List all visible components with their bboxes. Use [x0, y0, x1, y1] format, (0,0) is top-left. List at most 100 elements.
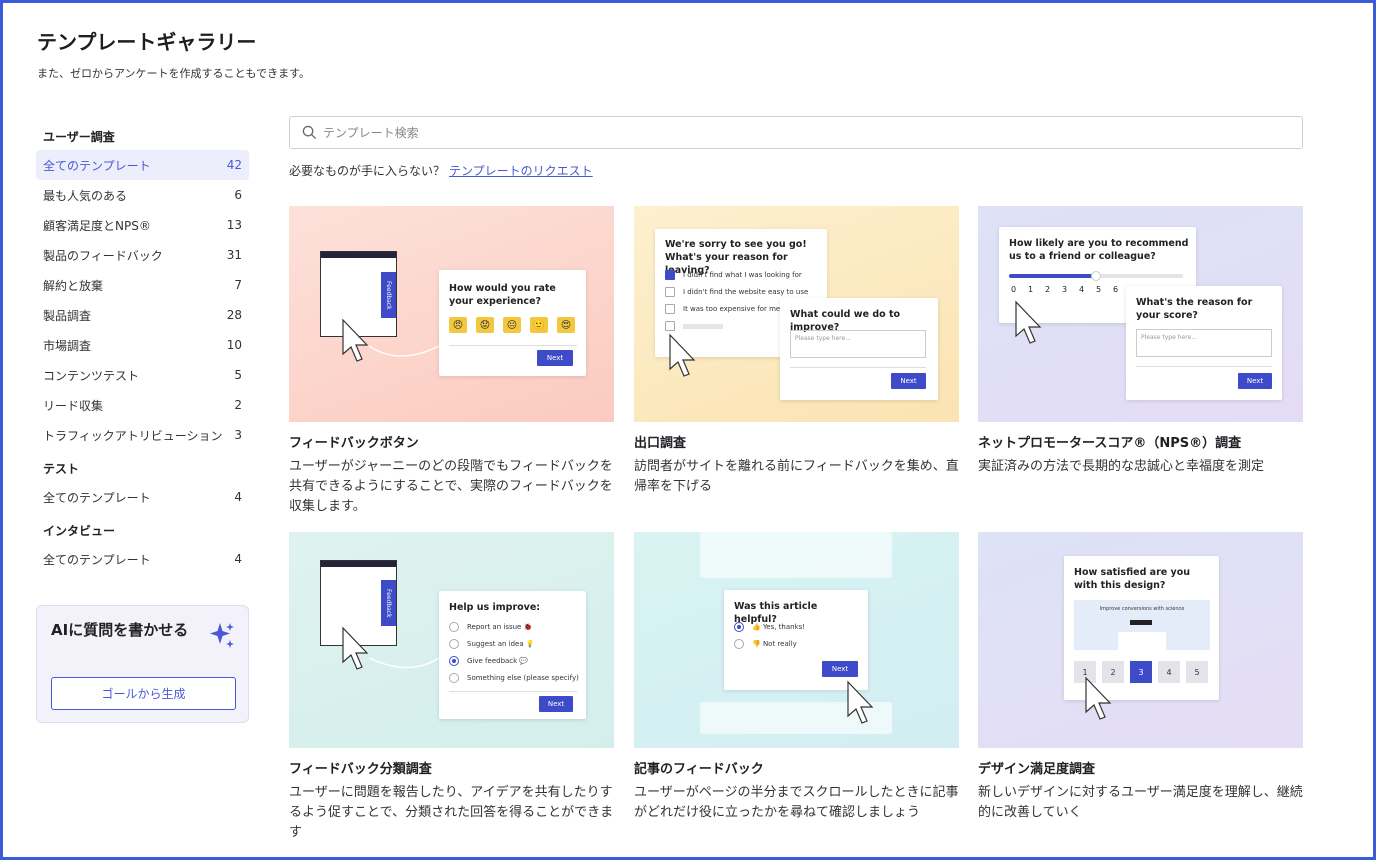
- card-thumbnail: Feedback Help us improve: Report an issu…: [289, 532, 614, 748]
- cursor-icon: [1085, 676, 1112, 720]
- sidebar-item-all-templates[interactable]: 全てのテンプレート 42: [36, 150, 249, 180]
- template-card-article-feedback[interactable]: Was this article helpful? 👍 Yes, thanks!…: [634, 532, 959, 823]
- sidebar-item-label: 全てのテンプレート: [43, 552, 151, 567]
- mock-textarea: Please type here...: [1136, 329, 1272, 357]
- emoji-sad-icon: 😟: [476, 317, 494, 333]
- cursor-icon: [342, 626, 369, 670]
- template-card-feedback-button[interactable]: Feedback How would you rate your experie…: [289, 206, 614, 517]
- cursor-icon: [1015, 300, 1042, 344]
- sidebar-item-lead-collection[interactable]: リード収集 2: [36, 390, 249, 420]
- nps-scale-num: 6: [1113, 285, 1119, 294]
- sidebar-item-count: 7: [234, 278, 242, 292]
- sidebar-item-testing-all[interactable]: 全てのテンプレート 4: [36, 482, 249, 512]
- sidebar-item-count: 2: [234, 398, 242, 412]
- card-description: ユーザーに問題を報告したり、アイデアを共有したりするよう促すことで、分類された回…: [289, 785, 614, 840]
- card-title: ネットプロモータースコア®（NPS®）調査: [978, 436, 1242, 451]
- scale-option-selected: 3: [1130, 661, 1152, 683]
- sidebar-item-traffic-attribution[interactable]: トラフィックアトリビューション 3: [36, 420, 249, 450]
- mock-option: Report an issue 🐞: [449, 622, 532, 632]
- sidebar-item-label: 全てのテンプレート: [43, 490, 151, 505]
- sidebar-item-count: 4: [234, 490, 242, 504]
- classification-survey-mock: Help us improve: Report an issue 🐞 Sugge…: [439, 591, 586, 719]
- cursor-icon: [669, 333, 696, 377]
- mock-option: Give feedback 💬: [449, 656, 528, 666]
- sidebar-item-most-popular[interactable]: 最も人気のある 6: [36, 180, 249, 210]
- sidebar-item-product-research[interactable]: 製品調査 28: [36, 300, 249, 330]
- sidebar-item-market-research[interactable]: 市場調査 10: [36, 330, 249, 360]
- card-thumbnail: We're sorry to see you go! What's your r…: [634, 206, 959, 422]
- sidebar-item-label: 製品のフィードバック: [43, 248, 163, 263]
- sidebar-item-count: 13: [226, 218, 242, 232]
- sidebar-item-label: コンテンツテスト: [43, 368, 140, 383]
- nps-scale-num: 1: [1028, 285, 1034, 294]
- mock-question: What's the reason for your score?: [1136, 297, 1253, 321]
- sidebar-item-label: 解約と放棄: [43, 278, 104, 293]
- emoji-smile-icon: 🙂: [530, 317, 548, 333]
- template-request-link[interactable]: テンプレートのリクエスト: [449, 164, 593, 178]
- mock-question: How likely are you to recommend us to a …: [1009, 238, 1189, 262]
- card-title: デザイン満足度調査: [978, 762, 1096, 777]
- cursor-icon: [847, 680, 874, 724]
- improve-mock: What could we do to improve? Please type…: [780, 298, 938, 400]
- template-card-feedback-classification[interactable]: Feedback Help us improve: Report an issu…: [289, 532, 614, 843]
- search-input[interactable]: [323, 125, 1223, 140]
- template-search[interactable]: [289, 116, 1303, 149]
- mock-textarea: Please type here...: [790, 330, 926, 358]
- sidebar-item-product-feedback[interactable]: 製品のフィードバック 31: [36, 240, 249, 270]
- card-thumbnail: How satisfied are you with this design? …: [978, 532, 1303, 748]
- mock-option: [665, 321, 723, 331]
- card-thumbnail: Was this article helpful? 👍 Yes, thanks!…: [634, 532, 959, 748]
- card-thumbnail: How likely are you to recommend us to a …: [978, 206, 1303, 422]
- mock-question: How satisfied are you with this design?: [1074, 567, 1190, 591]
- mock-option: Something else (please specify): [449, 673, 579, 683]
- mock-option: Suggest an idea 💡: [449, 639, 535, 649]
- search-icon: [302, 125, 317, 140]
- sidebar-item-churn[interactable]: 解約と放棄 7: [36, 270, 249, 300]
- mock-next-button: Next: [822, 661, 858, 677]
- sidebar-item-csat-nps[interactable]: 顧客満足度とNPS® 13: [36, 210, 249, 240]
- mock-question: Help us improve:: [449, 602, 541, 613]
- emoji-angry-icon: 😠: [449, 317, 467, 333]
- card-description: 新しいデザインに対するユーザー満足度を理解し、継続的に改善していく: [978, 785, 1303, 820]
- sidebar-item-interview-all[interactable]: 全てのテンプレート 4: [36, 544, 249, 574]
- sidebar-item-count: 4: [234, 552, 242, 566]
- mock-option: I didn't find the website easy to use: [665, 287, 808, 297]
- request-text: 必要なものが手に入らない？: [289, 164, 446, 178]
- card-description: 訪問者がサイトを離れる前にフィードバックを集め、直帰率を下げる: [634, 459, 959, 494]
- card-title: フィードバックボタン: [289, 436, 419, 451]
- sidebar-section-interview: インタビュー: [43, 524, 116, 538]
- mock-next-button: Next: [537, 350, 573, 366]
- template-card-nps[interactable]: How likely are you to recommend us to a …: [978, 206, 1303, 477]
- card-description: ユーザーがページの半分までスクロールしたときに記事がどれだけ役に立ったかを尋ねて…: [634, 785, 959, 820]
- sidebar-item-label: トラフィックアトリビューション: [43, 428, 223, 443]
- card-description: ユーザーがジャーニーのどの段階でもフィードバックを共有できるようにすることで、実…: [289, 459, 613, 514]
- mock-next-button: Next: [1238, 373, 1272, 389]
- sidebar-item-count: 3: [234, 428, 242, 442]
- card-title: 記事のフィードバック: [634, 762, 764, 777]
- sidebar-item-label: リード収集: [43, 398, 104, 413]
- nps-scale-num: 4: [1079, 285, 1085, 294]
- nps-scale-num: 2: [1045, 285, 1051, 294]
- sidebar-item-label: 最も人気のある: [43, 188, 128, 203]
- sidebar-item-count: 42: [226, 158, 242, 172]
- page-subtitle: また、ゼロからアンケートを作成することもできます。: [37, 67, 311, 80]
- rating-survey-mock: How would you rate your experience? 😠 😟 …: [439, 270, 586, 376]
- nps-scale-num: 5: [1096, 285, 1102, 294]
- card-title: 出口調査: [634, 436, 687, 451]
- mock-option: I didn't find what I was looking for: [665, 270, 802, 280]
- nps-scale-num: 0: [1011, 285, 1017, 294]
- ai-panel-title: AIに質問を書かせる: [51, 621, 189, 639]
- sidebar-item-count: 31: [226, 248, 242, 262]
- sidebar-section-user-research: ユーザー調査: [43, 130, 115, 144]
- reason-mock: What's the reason for your score? Please…: [1126, 286, 1282, 400]
- template-card-exit-survey[interactable]: We're sorry to see you go! What's your r…: [634, 206, 959, 497]
- template-card-design-satisfaction[interactable]: How satisfied are you with this design? …: [978, 532, 1303, 823]
- mock-question: How would you rate your experience?: [449, 283, 556, 307]
- template-request-line: 必要なものが手に入らない？ テンプレートのリクエスト: [289, 162, 593, 179]
- sidebar-item-content-testing[interactable]: コンテンツテスト 5: [36, 360, 249, 390]
- card-thumbnail: Feedback How would you rate your experie…: [289, 206, 614, 422]
- generate-from-goal-button[interactable]: ゴールから生成: [51, 677, 236, 710]
- sidebar: ユーザー調査 全てのテンプレート 42 最も人気のある 6 顧客満足度とNPS® 13…: [36, 124, 249, 574]
- mock-option: It was too expensive for me: [665, 304, 780, 314]
- article-survey-mock: Was this article helpful? 👍 Yes, thanks!…: [724, 590, 868, 690]
